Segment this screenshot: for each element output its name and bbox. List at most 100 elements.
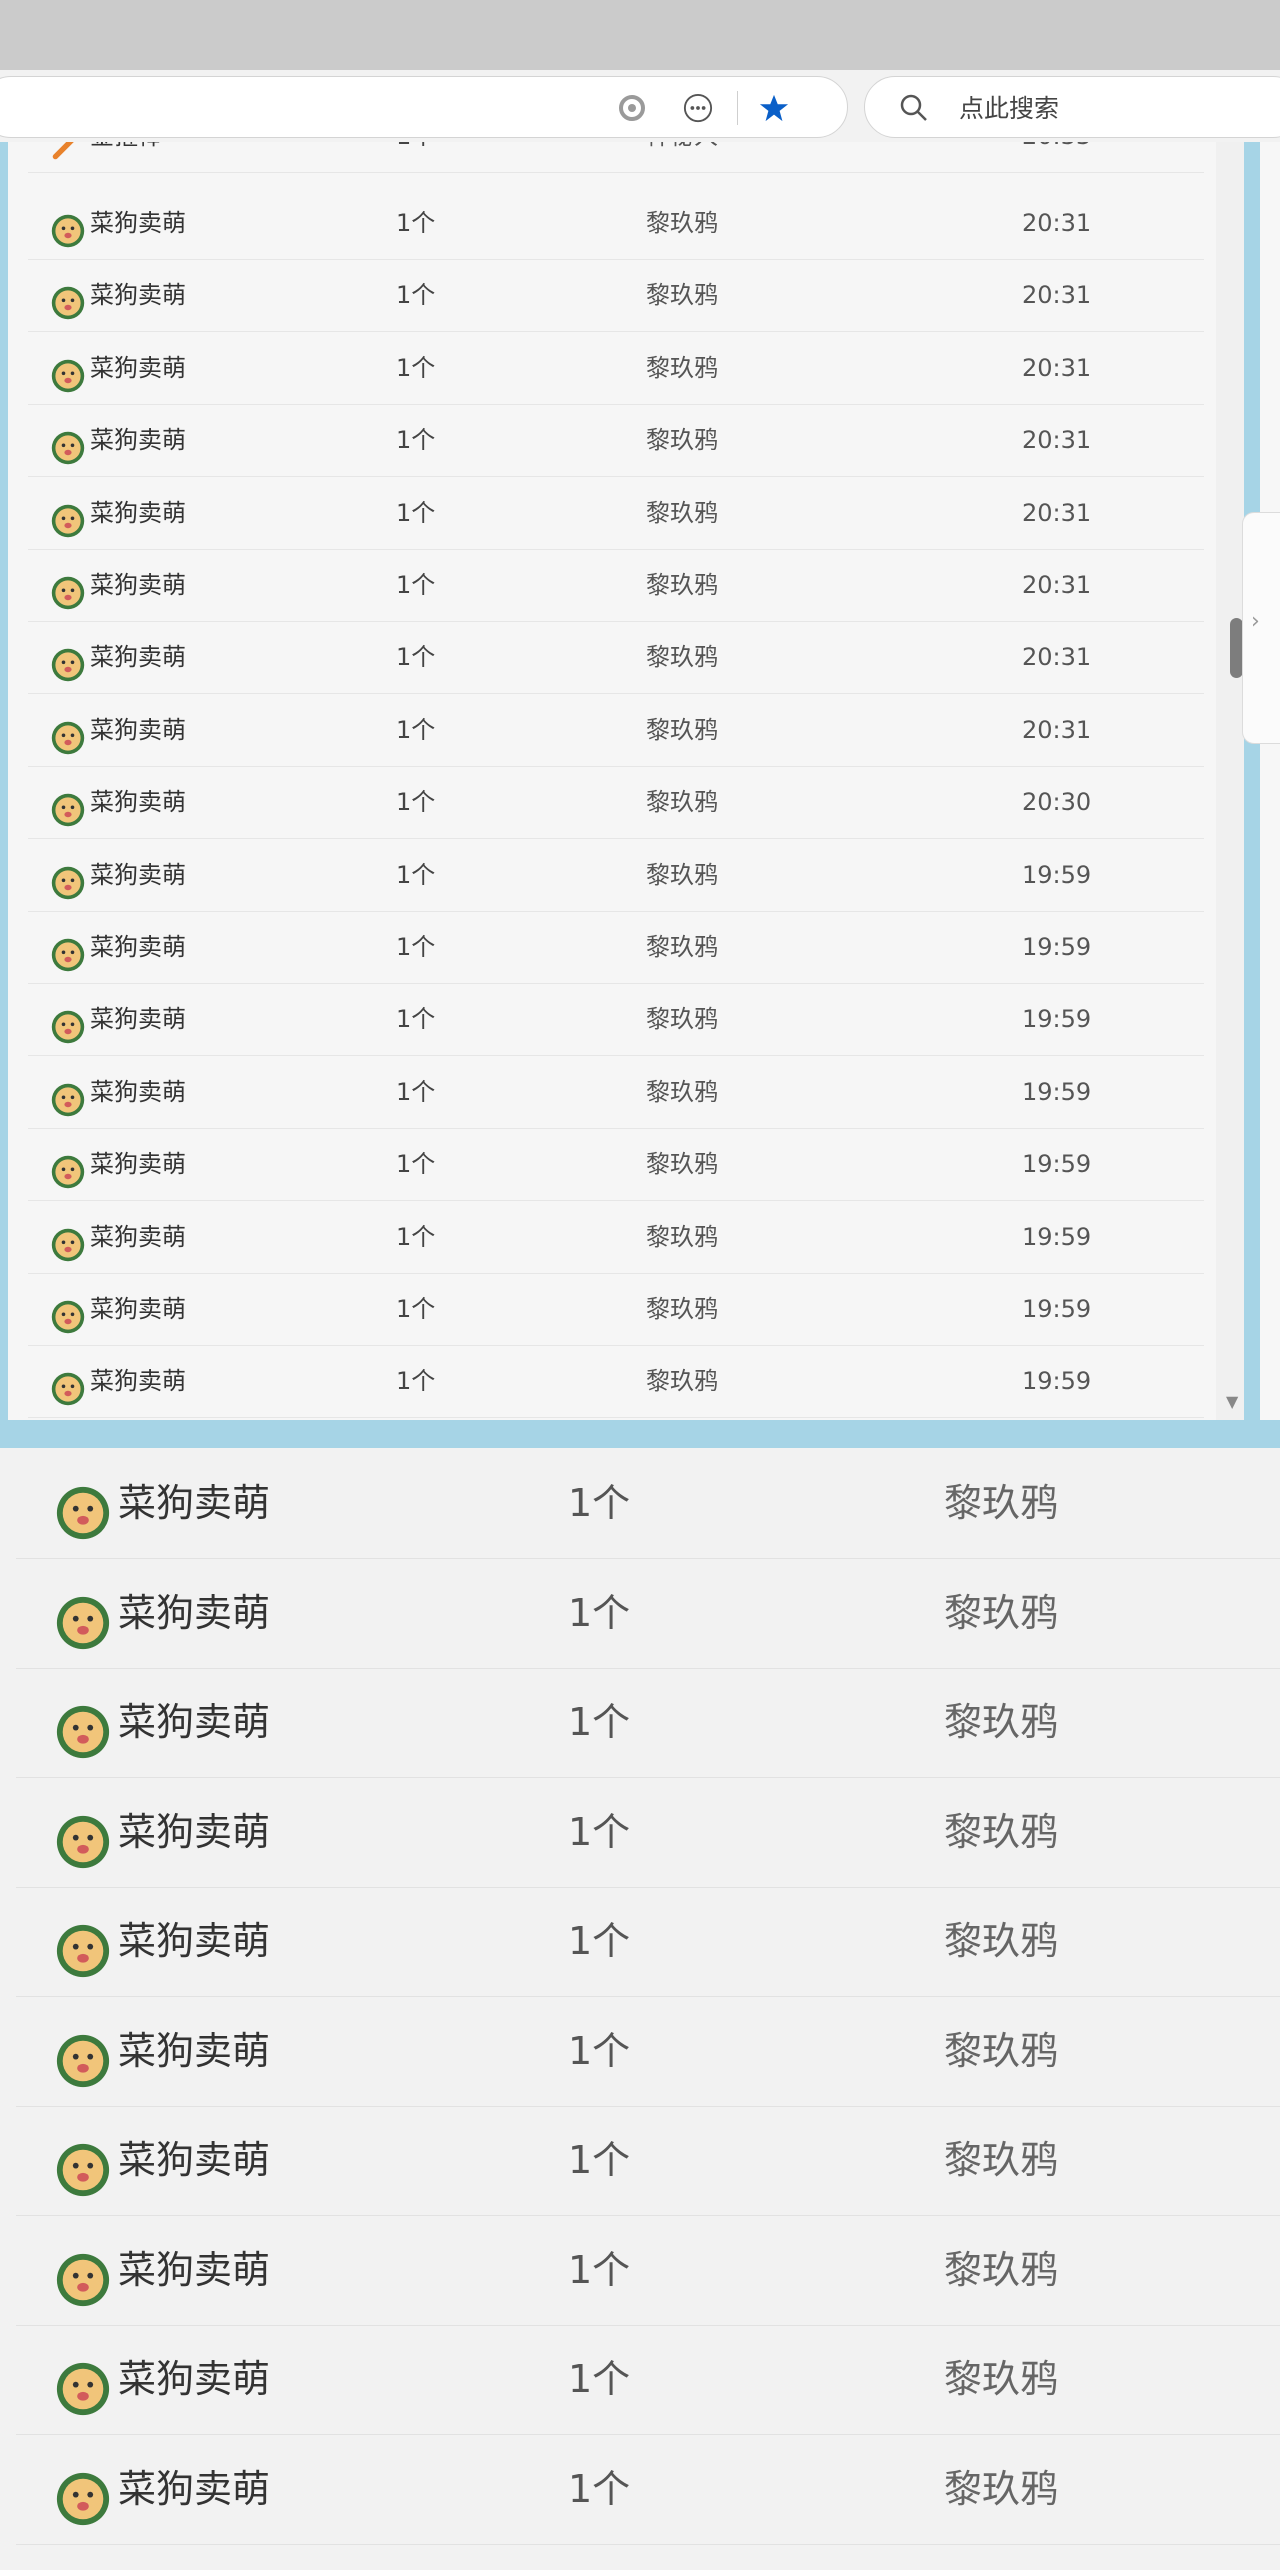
gift-time: 20:31 <box>1022 353 1092 382</box>
zoomed-gift-row: 菜狗卖萌 1个 黎玖鸦 <box>16 2105 1280 2216</box>
gift-time: 19:59 <box>1022 1222 1092 1251</box>
zoomed-gift-row: 菜狗卖萌 1个 黎玖鸦 <box>16 1886 1280 1997</box>
gift-time: 20:33 <box>1022 142 1091 172</box>
gift-record-row: 菜狗卖萌 1个 黎玖鸦 19:59 <box>28 1345 1204 1419</box>
gift-quantity: 1个 <box>396 1295 436 1323</box>
gift-sender: 黎玖鸦 <box>646 426 718 455</box>
gift-record-list[interactable]: 金箍棒1个神秘人20:33菜狗卖萌1个黎玖鸦20:31菜狗卖萌1个黎玖鸦20:3… <box>8 142 1244 1420</box>
gift-name: 菜狗卖萌 <box>118 1590 271 1635</box>
gift-quantity: 1个 <box>568 2028 631 2073</box>
gift-quantity: 1个 <box>396 426 436 455</box>
gift-time: 19:59 <box>1022 1150 1092 1179</box>
side-panel <box>1260 142 1280 1420</box>
gift-name: 菜狗卖萌 <box>90 643 186 672</box>
side-panel-toggle[interactable]: › <box>1242 512 1280 744</box>
gift-name: 菜狗卖萌 <box>90 281 186 310</box>
gift-sender: 黎玖鸦 <box>646 281 718 310</box>
gift-name-cell: 菜狗卖萌 <box>50 404 186 476</box>
gift-time: 20:31 <box>1022 498 1092 527</box>
gift-name: 菜狗卖萌 <box>90 860 186 889</box>
zoomed-gift-row: 菜狗卖萌 1个 黎玖鸦 <box>16 1777 1280 1888</box>
search-input[interactable] <box>957 89 1261 127</box>
gift-time: 19:59 <box>1022 1077 1092 1106</box>
gift-quantity: 1个 <box>396 788 436 817</box>
gift-time: 20:30 <box>1022 788 1092 817</box>
gift-sender: 黎玖鸦 <box>646 1222 718 1251</box>
list-scrollbar[interactable]: ▼ <box>1216 142 1244 1420</box>
gift-name-cell: 菜狗卖萌 <box>50 766 186 838</box>
gift-record-row: 菜狗卖萌 1个 黎玖鸦 20:31 <box>28 477 1204 550</box>
gift-sender: 黎玖鸦 <box>944 1919 1059 1963</box>
zoomed-gift-row: 菜狗卖萌 1个 黎玖鸦 <box>16 1996 1280 2107</box>
more-icon[interactable] <box>683 93 713 123</box>
gift-name-cell: 菜狗卖萌 <box>54 1667 270 1777</box>
dog-avatar-icon <box>54 1584 112 1649</box>
gift-quantity: 1个 <box>568 2357 631 2401</box>
gift-record-row: 菜狗卖萌 1个 黎玖鸦 19:59 <box>28 1056 1204 1129</box>
edge-refresh-icon[interactable] <box>617 93 647 123</box>
gift-record-panel-frame: 金箍棒1个神秘人20:33菜狗卖萌1个黎玖鸦20:31菜狗卖萌1个黎玖鸦20:3… <box>0 142 1280 1448</box>
gift-name-cell: 菜狗卖萌 <box>50 1128 186 1200</box>
dog-avatar-icon <box>50 567 86 610</box>
address-bar[interactable] <box>0 76 848 138</box>
gift-record-row: 菜狗卖萌 1个 黎玖鸦 20:31 <box>28 187 1204 260</box>
gift-sender: 黎玖鸦 <box>944 2466 1059 2511</box>
dog-avatar-icon <box>50 205 86 248</box>
browser-top-strip <box>0 0 1280 70</box>
gift-sender: 黎玖鸦 <box>646 933 718 961</box>
dog-avatar-icon <box>50 1291 86 1334</box>
golden-cudgel-icon <box>50 142 86 160</box>
dog-avatar-icon <box>54 1803 112 1868</box>
gift-record-row: 菜狗卖萌 1个 黎玖鸦 20:31 <box>28 259 1204 333</box>
gift-name-cell: 菜狗卖萌 <box>54 2324 270 2434</box>
zoomed-gift-row: 菜狗卖萌 1个 黎玖鸦 <box>16 1448 1280 1559</box>
dog-avatar-icon <box>50 495 86 537</box>
gift-sender: 黎玖鸦 <box>646 1077 718 1106</box>
gift-record-row: 菜狗卖萌 1个 黎玖鸦 19:59 <box>28 983 1204 1057</box>
gift-time: 20:31 <box>1022 281 1092 310</box>
gift-quantity: 1个 <box>396 715 436 744</box>
favorite-star-icon[interactable] <box>759 93 789 123</box>
gift-name-cell: 菜狗卖萌 <box>50 549 186 621</box>
gift-quantity: 1个 <box>568 1700 631 1744</box>
gift-quantity: 1个 <box>396 209 436 237</box>
gift-name: 菜狗卖萌 <box>90 1367 186 1396</box>
dog-avatar-icon <box>50 784 86 827</box>
gift-time: 19:59 <box>1022 1295 1092 1323</box>
gift-record-row: 菜狗卖萌 1个 黎玖鸦 19:59 <box>28 1201 1204 1274</box>
gift-name: 菜狗卖萌 <box>90 353 186 382</box>
gift-sender: 黎玖鸦 <box>944 1700 1059 1744</box>
gift-sender: 黎玖鸦 <box>646 860 718 889</box>
gift-name-cell: 菜狗卖萌 <box>50 187 186 259</box>
gift-name: 菜狗卖萌 <box>90 1077 186 1106</box>
gift-sender: 黎玖鸦 <box>646 643 718 672</box>
dog-avatar-icon <box>54 1693 112 1759</box>
gift-record-row: 菜狗卖萌 1个 黎玖鸦 20:31 <box>28 694 1204 767</box>
browser-search-box[interactable] <box>864 76 1280 138</box>
gift-quantity: 1个 <box>396 933 436 961</box>
gift-quantity: 1个 <box>396 281 436 310</box>
dog-avatar-icon <box>54 2241 112 2306</box>
dog-avatar-icon <box>50 1146 86 1189</box>
gift-quantity: 1个 <box>568 1481 631 1525</box>
gift-quantity: 1个 <box>568 2466 631 2511</box>
dog-avatar-icon <box>50 857 86 899</box>
gift-quantity: 1个 <box>396 1367 436 1396</box>
gift-name: 菜狗卖萌 <box>90 788 186 817</box>
gift-time: 19:59 <box>1022 933 1092 961</box>
dog-avatar-icon <box>50 350 86 392</box>
gift-name: 菜狗卖萌 <box>118 2466 271 2511</box>
dog-avatar-icon <box>50 1001 86 1044</box>
scroll-down-arrow-icon[interactable]: ▼ <box>1226 1392 1238 1411</box>
gift-record-row: 菜狗卖萌 1个 黎玖鸦 19:59 <box>28 1273 1204 1346</box>
gift-name-cell: 菜狗卖萌 <box>50 983 186 1055</box>
gift-record-row: 菜狗卖萌 1个 黎玖鸦 20:30 <box>28 766 1204 840</box>
gift-name: 菜狗卖萌 <box>118 2247 271 2292</box>
search-icon[interactable] <box>899 93 929 127</box>
gift-quantity: 1个 <box>568 1919 631 1963</box>
gift-name: 菜狗卖萌 <box>90 571 186 599</box>
gift-quantity: 1个 <box>568 2247 631 2292</box>
gift-name: 菜狗卖萌 <box>90 209 186 237</box>
gift-record-row: 菜狗卖萌 1个 黎玖鸦 19:59 <box>28 911 1204 984</box>
gift-sender: 黎玖鸦 <box>646 1005 718 1034</box>
